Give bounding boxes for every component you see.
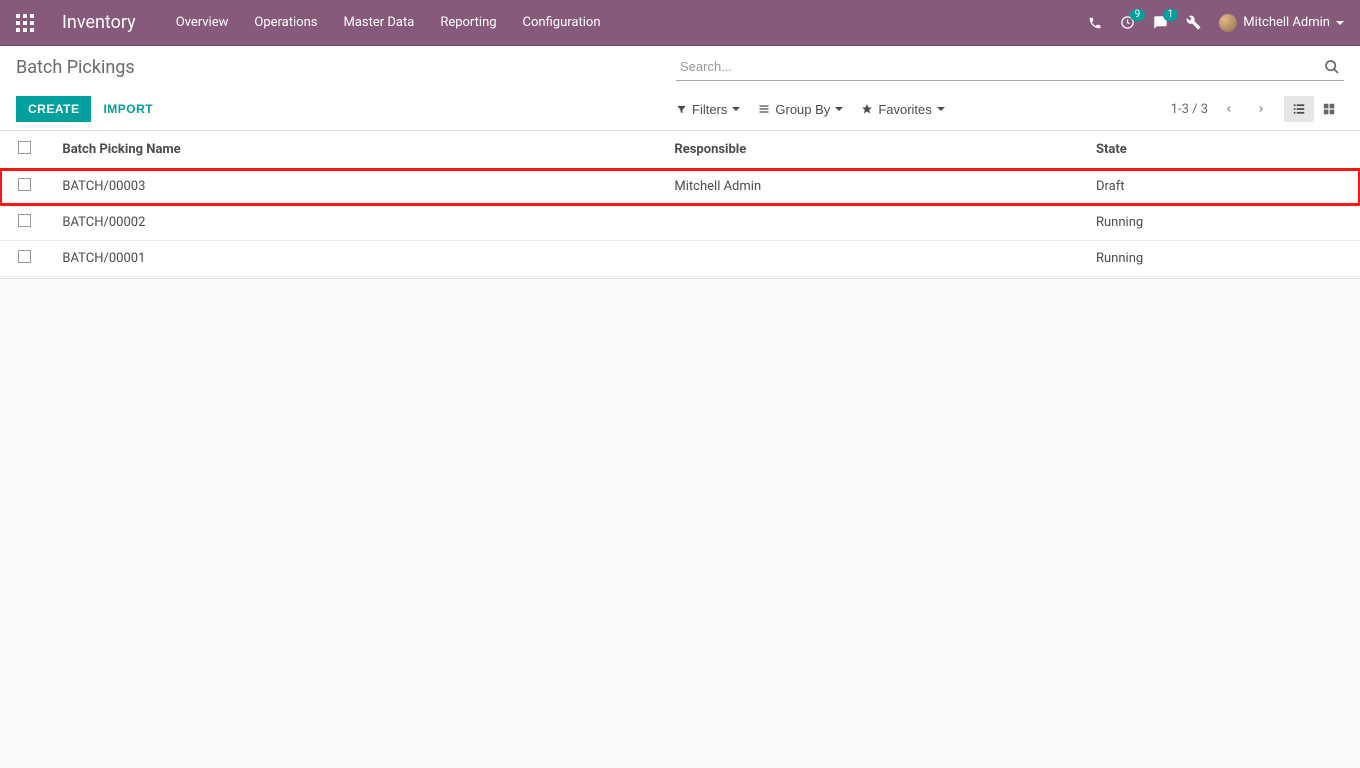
- top-navbar: Inventory Overview Operations Master Dat…: [0, 0, 1360, 46]
- menu-operations[interactable]: Operations: [254, 15, 317, 30]
- batch-pickings-table: Batch Picking Name Responsible State BAT…: [0, 131, 1360, 277]
- activities-icon[interactable]: 9: [1120, 15, 1135, 30]
- groupby-label: Group By: [775, 102, 830, 117]
- pager: 1-3 / 3: [1171, 98, 1272, 120]
- cell-name: BATCH/00003: [54, 169, 666, 205]
- systray: 9 1 Mitchell Admin: [1088, 14, 1344, 32]
- table-row[interactable]: BATCH/00002 Running: [0, 205, 1360, 241]
- table-row[interactable]: BATCH/00003Mitchell AdminDraft: [0, 169, 1360, 205]
- filters-label: Filters: [692, 102, 727, 117]
- cell-state: Draft: [1088, 169, 1360, 205]
- cell-responsible: Mitchell Admin: [666, 169, 1088, 205]
- pager-range: 1-3 / 3: [1171, 102, 1208, 117]
- select-all-checkbox[interactable]: [18, 141, 31, 154]
- row-checkbox[interactable]: [18, 250, 31, 263]
- view-kanban-button[interactable]: [1314, 96, 1344, 122]
- table-row[interactable]: BATCH/00001 Running: [0, 241, 1360, 277]
- caret-down-icon: [937, 107, 945, 111]
- main-menu: Overview Operations Master Data Reportin…: [176, 15, 601, 30]
- import-button[interactable]: IMPORT: [103, 102, 153, 116]
- favorites-label: Favorites: [878, 102, 931, 117]
- cell-responsible: [666, 241, 1088, 277]
- menu-reporting[interactable]: Reporting: [440, 15, 496, 30]
- cell-name: BATCH/00001: [54, 241, 666, 277]
- messages-icon[interactable]: 1: [1153, 15, 1168, 30]
- row-checkbox[interactable]: [18, 178, 31, 191]
- debug-icon[interactable]: [1186, 15, 1201, 30]
- apps-icon[interactable]: [16, 14, 34, 32]
- app-title[interactable]: Inventory: [62, 12, 136, 33]
- col-header-name[interactable]: Batch Picking Name: [54, 131, 666, 169]
- pager-next[interactable]: [1250, 98, 1272, 120]
- cell-name: BATCH/00002: [54, 205, 666, 241]
- col-header-state[interactable]: State: [1088, 131, 1360, 169]
- activities-badge: 9: [1130, 9, 1146, 21]
- caret-down-icon: [1336, 21, 1344, 25]
- pager-prev[interactable]: [1218, 98, 1240, 120]
- user-menu[interactable]: Mitchell Admin: [1219, 14, 1344, 32]
- cell-responsible: [666, 205, 1088, 241]
- breadcrumb: Batch Pickings: [16, 57, 676, 78]
- cell-state: Running: [1088, 241, 1360, 277]
- groupby-dropdown[interactable]: Group By: [758, 102, 843, 117]
- menu-overview[interactable]: Overview: [176, 15, 229, 30]
- user-name: Mitchell Admin: [1243, 15, 1330, 30]
- filters-dropdown[interactable]: Filters: [676, 102, 740, 117]
- view-list-button[interactable]: [1284, 96, 1314, 122]
- phone-icon[interactable]: [1088, 16, 1102, 30]
- caret-down-icon: [732, 107, 740, 111]
- create-button[interactable]: CREATE: [16, 96, 91, 122]
- row-checkbox[interactable]: [18, 214, 31, 227]
- search-button[interactable]: [1320, 55, 1344, 79]
- menu-configuration[interactable]: Configuration: [523, 15, 601, 30]
- messages-badge: 1: [1163, 9, 1179, 21]
- menu-master-data[interactable]: Master Data: [343, 15, 414, 30]
- avatar: [1219, 14, 1237, 32]
- favorites-dropdown[interactable]: Favorites: [861, 102, 944, 117]
- caret-down-icon: [835, 107, 843, 111]
- col-header-responsible[interactable]: Responsible: [666, 131, 1088, 169]
- control-panel: Batch Pickings CREATE IMPORT Filters Gro…: [0, 46, 1360, 131]
- cell-state: Running: [1088, 205, 1360, 241]
- search-input[interactable]: [676, 53, 1344, 81]
